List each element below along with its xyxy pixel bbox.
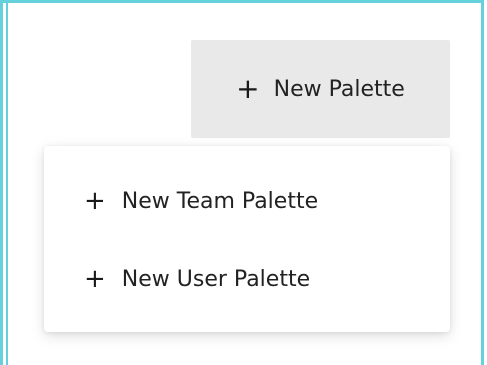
plus-icon: + <box>236 72 260 105</box>
plus-icon: + <box>84 186 106 216</box>
new-palette-button[interactable]: + New Palette <box>191 40 450 138</box>
menu-item-label: New Team Palette <box>121 188 319 214</box>
menu-item-label: New User Palette <box>121 266 311 292</box>
panel-frame-inner-border <box>6 3 8 365</box>
menu-item-new-user-palette[interactable]: + New User Palette <box>84 259 310 299</box>
new-palette-dropdown-menu: + New Team Palette + New User Palette <box>44 146 450 332</box>
menu-item-new-team-palette[interactable]: + New Team Palette <box>84 181 318 221</box>
new-palette-label: New Palette <box>273 76 405 102</box>
plus-icon: + <box>84 264 106 294</box>
